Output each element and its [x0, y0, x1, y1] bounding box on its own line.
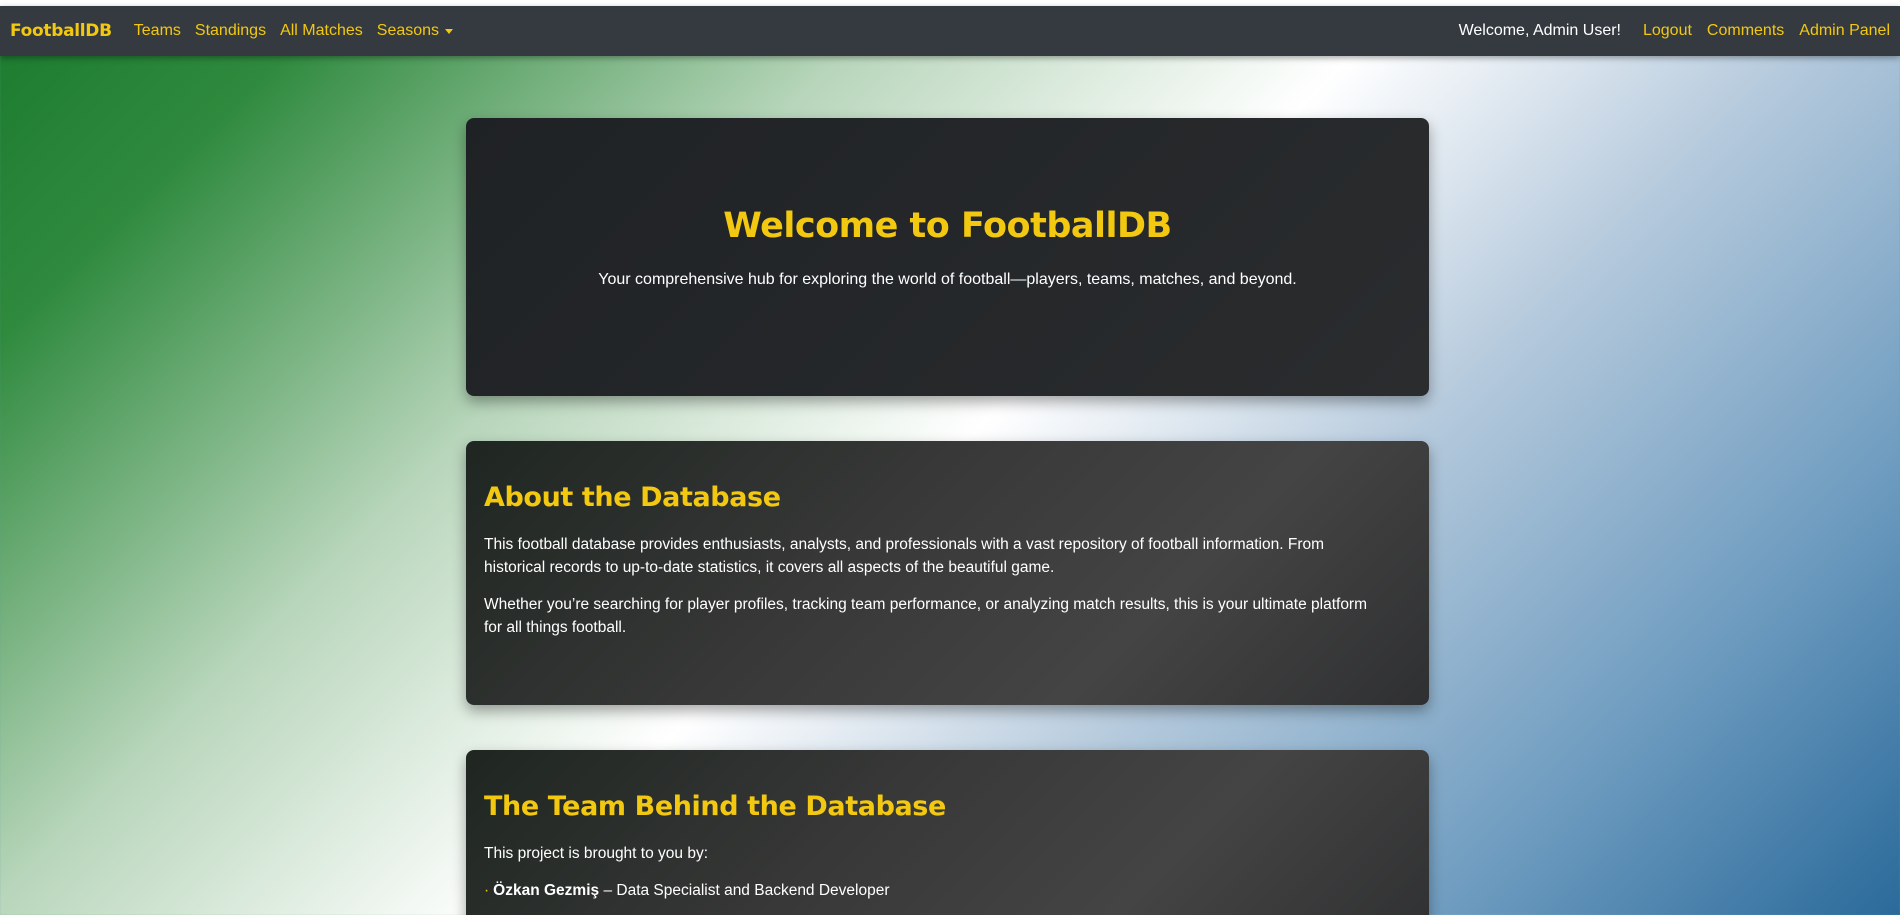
- brand-logo-link[interactable]: FootballDB: [10, 21, 112, 41]
- hero-card: Welcome to FootballDB Your comprehensive…: [466, 118, 1429, 396]
- team-intro: This project is brought to you by:: [484, 844, 709, 862]
- admin-panel-link[interactable]: Admin Panel: [1799, 22, 1890, 40]
- comments-link[interactable]: Comments: [1707, 22, 1784, 40]
- team-member-role: – Data Specialist and Backend Developer: [603, 881, 890, 899]
- bullet-icon: ·: [484, 881, 490, 899]
- team-member-name: Özkan Gezmiş: [493, 881, 600, 899]
- hero-title: Welcome to FootballDB: [723, 206, 1172, 246]
- navbar: FootballDB Teams Standings All Matches S…: [0, 6, 1900, 56]
- nav-link-teams[interactable]: Teams: [134, 22, 181, 40]
- navbar-right: Welcome, Admin User! Logout Comments Adm…: [1459, 22, 1890, 40]
- logout-link[interactable]: Logout: [1643, 22, 1692, 40]
- seasons-dropdown-label: Seasons: [376, 22, 440, 39]
- about-paragraph-2: Whether you’re searching for player prof…: [484, 595, 1368, 636]
- welcome-message: Welcome, Admin User!: [1458, 22, 1621, 39]
- about-title: About the Database: [484, 482, 781, 513]
- nav-link-standings[interactable]: Standings: [195, 22, 266, 40]
- about-paragraph-1: This football database provides enthusia…: [484, 535, 1325, 576]
- nav-link-all-matches[interactable]: All Matches: [280, 22, 363, 40]
- team-title: The Team Behind the Database: [484, 791, 946, 822]
- team-member: · Özkan Gezmiş – Data Specialist and Back…: [484, 879, 1411, 902]
- seasons-dropdown[interactable]: Seasons: [376, 22, 454, 40]
- team-card: The Team Behind the Database This projec…: [466, 750, 1429, 915]
- hero-subtitle: Your comprehensive hub for exploring the…: [598, 271, 1297, 288]
- chevron-down-icon: [445, 28, 454, 34]
- about-card: About the Database This football databas…: [466, 441, 1429, 705]
